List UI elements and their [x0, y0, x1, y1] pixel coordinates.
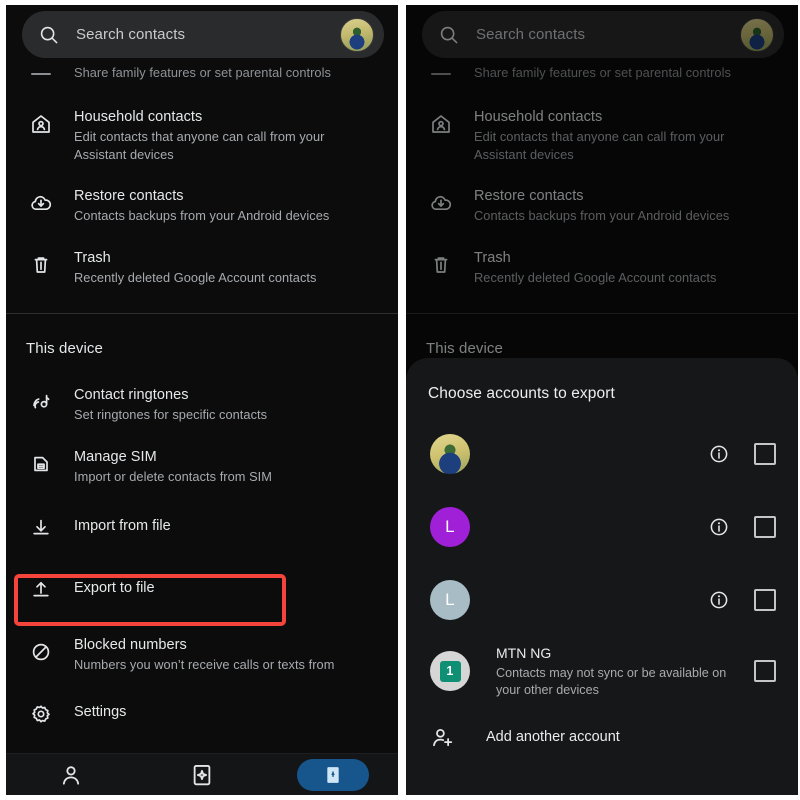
- left-phone-screen: Search contacts Share family features or…: [6, 5, 398, 795]
- gear-icon: [26, 699, 56, 729]
- search-icon: [38, 24, 60, 46]
- purple-avatar: L: [430, 506, 470, 547]
- section-header-this-device: This device: [26, 340, 103, 357]
- list-item-import-from-file[interactable]: Import from file: [6, 511, 398, 551]
- sim-slot-badge: 1: [439, 660, 461, 682]
- account-checkbox[interactable]: [754, 442, 776, 465]
- household-icon: [26, 109, 56, 139]
- search-bar[interactable]: Search contacts: [22, 11, 384, 58]
- info-icon[interactable]: [708, 516, 734, 538]
- trash-icon: [26, 250, 56, 280]
- list-item-title: Household contacts: [74, 109, 203, 125]
- info-icon[interactable]: [708, 443, 734, 465]
- person-add-icon: [430, 725, 464, 750]
- list-item-title: Trash: [74, 250, 111, 266]
- account-row-mtn-ng[interactable]: 1 MTN NG Contacts may not sync or be ava…: [406, 636, 798, 706]
- list-item-household-contacts[interactable]: Household contacts Edit contacts that an…: [6, 107, 398, 164]
- account-row-1[interactable]: [406, 417, 798, 490]
- list-item-title: Blocked numbers: [74, 637, 187, 653]
- nav-tab-organize[interactable]: [267, 754, 398, 795]
- account-checkbox[interactable]: [754, 660, 776, 682]
- right-phone-screen: Search contacts Share family features or…: [406, 5, 798, 795]
- account-row-2[interactable]: L: [406, 490, 798, 563]
- contacts-person-icon: [58, 762, 84, 788]
- search-placeholder[interactable]: Search contacts: [76, 26, 340, 43]
- family-dash-icon: [26, 59, 56, 89]
- list-item-blocked-numbers[interactable]: Blocked numbers Numbers you won’t receiv…: [6, 635, 398, 675]
- account-checkbox-highlighted[interactable]: [754, 515, 776, 538]
- list-item-subtitle: Share family features or set parental co…: [74, 65, 331, 80]
- dialog-title: Choose accounts to export: [428, 385, 615, 402]
- list-item-subtitle: Set ringtones for specific contacts: [74, 407, 268, 422]
- add-another-account-row[interactable]: Add another account: [406, 706, 798, 760]
- account-row-3[interactable]: L: [406, 563, 798, 636]
- list-item-subtitle: Numbers you won’t receive calls or texts…: [74, 657, 335, 672]
- settings-list[interactable]: Share family features or set parental co…: [6, 61, 398, 795]
- list-item-subtitle: Contacts backups from your Android devic…: [74, 208, 330, 223]
- choose-accounts-dialog: Choose accounts to export L L 1 MTN NG C…: [406, 358, 798, 795]
- bottom-navigation-bar[interactable]: [6, 753, 398, 795]
- list-item-title: Manage SIM: [74, 449, 157, 465]
- import-icon: [26, 513, 56, 543]
- list-item-title: Restore contacts: [74, 188, 184, 204]
- screenshot-root: Search contacts Share family features or…: [0, 0, 800, 800]
- account-name: MTN NG: [496, 644, 552, 661]
- list-item-title: Contact ringtones: [74, 387, 189, 403]
- sim-card-icon: [26, 449, 56, 479]
- list-item-restore-contacts[interactable]: Restore contacts Contacts backups from y…: [6, 186, 398, 226]
- nav-selected-pill[interactable]: [296, 758, 369, 791]
- steel-avatar: L: [430, 579, 470, 620]
- list-item-subtitle: Edit contacts that anyone can call from …: [74, 129, 325, 162]
- list-item-manage-sim[interactable]: Manage SIM Import or delete contacts fro…: [6, 447, 398, 487]
- account-subtitle: Contacts may not sync or be available on…: [496, 665, 727, 697]
- add-another-account-label: Add another account: [486, 729, 620, 745]
- list-item-subtitle: Recently deleted Google Account contacts: [74, 270, 317, 285]
- list-item-settings[interactable]: Settings: [6, 697, 398, 737]
- list-item-title: Import from file: [74, 518, 171, 534]
- nav-tab-highlights[interactable]: [137, 754, 268, 795]
- block-icon: [26, 637, 56, 667]
- list-item-export-to-file[interactable]: Export to file: [6, 573, 398, 613]
- list-item-family[interactable]: Share family features or set parental co…: [6, 61, 398, 83]
- account-checkbox[interactable]: [754, 588, 776, 611]
- nav-tab-contacts[interactable]: [6, 754, 137, 795]
- export-icon: [26, 575, 56, 605]
- restore-cloud-icon: [26, 188, 56, 218]
- list-item-contact-ringtones[interactable]: Contact ringtones Set ringtones for spec…: [6, 385, 398, 425]
- list-item-title: Settings: [74, 704, 127, 720]
- info-icon[interactable]: [708, 589, 734, 611]
- list-item-title: Export to file: [74, 580, 155, 596]
- organize-bookmark-icon: [322, 764, 344, 786]
- sim-avatar: 1: [430, 651, 470, 691]
- photo-avatar: [430, 433, 470, 474]
- avatar[interactable]: [340, 17, 374, 52]
- list-item-trash[interactable]: Trash Recently deleted Google Account co…: [6, 248, 398, 288]
- ringtone-icon: [26, 387, 56, 417]
- highlights-sparkle-icon: [189, 762, 215, 788]
- list-item-subtitle: Import or delete contacts from SIM: [74, 469, 272, 484]
